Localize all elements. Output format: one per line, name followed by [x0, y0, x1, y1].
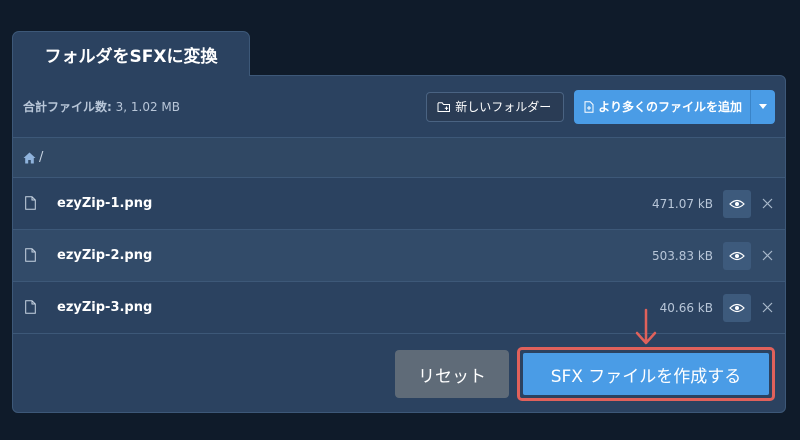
remove-file-button[interactable]	[757, 242, 777, 270]
add-files-dropdown-button[interactable]	[751, 89, 775, 124]
breadcrumb: /	[13, 137, 785, 178]
eye-icon	[729, 251, 745, 261]
file-size: 471.07 kB	[652, 196, 713, 211]
file-count-value: 3, 1.02 MB	[111, 100, 181, 114]
eye-icon	[729, 199, 745, 209]
file-panel: 合計ファイル数: 3, 1.02 MB 新しいフォルダー より多くのファイルを追…	[12, 75, 786, 413]
file-size: 40.66 kB	[659, 300, 713, 315]
file-icon	[25, 195, 39, 212]
create-sfx-button[interactable]: SFX ファイルを作成する	[523, 353, 769, 395]
file-icon	[25, 247, 39, 264]
file-name: ezyZip-1.png	[57, 196, 153, 211]
close-icon	[762, 198, 773, 209]
close-icon	[762, 302, 773, 313]
file-row[interactable]: ezyZip-3.png 40.66 kB	[13, 282, 785, 334]
add-files-label: より多くのファイルを追加	[598, 100, 742, 114]
file-list: ezyZip-1.png 471.07 kB ezyZip-2.png 503.…	[13, 178, 785, 334]
file-add-icon	[584, 100, 594, 113]
remove-file-button[interactable]	[757, 294, 777, 322]
folder-add-icon	[437, 101, 451, 113]
new-folder-button[interactable]: 新しいフォルダー	[426, 91, 565, 122]
file-count: 合計ファイル数: 3, 1.02 MB	[23, 98, 180, 115]
remove-file-button[interactable]	[757, 190, 777, 218]
breadcrumb-separator: /	[39, 150, 44, 165]
file-size: 503.83 kB	[652, 248, 713, 263]
close-icon	[762, 250, 773, 261]
toolbar: 合計ファイル数: 3, 1.02 MB 新しいフォルダー より多くのファイルを追…	[13, 76, 785, 137]
create-button-highlight: SFX ファイルを作成する	[517, 347, 775, 401]
home-icon[interactable]	[23, 152, 36, 164]
file-count-label: 合計ファイル数:	[23, 100, 112, 114]
action-footer: リセット SFX ファイルを作成する	[13, 334, 785, 412]
add-files-group: より多くのファイルを追加	[574, 89, 775, 124]
reset-button[interactable]: リセット	[395, 350, 509, 398]
add-files-button[interactable]: より多くのファイルを追加	[574, 89, 751, 124]
file-name: ezyZip-3.png	[57, 300, 153, 315]
file-icon	[25, 299, 39, 316]
new-folder-label: 新しいフォルダー	[455, 100, 552, 114]
preview-button[interactable]	[723, 293, 751, 322]
panel-tab-title: フォルダをSFXに変換	[12, 31, 250, 76]
chevron-down-icon	[759, 104, 767, 109]
arrow-down-icon	[634, 308, 658, 346]
file-name: ezyZip-2.png	[57, 248, 153, 263]
file-row[interactable]: ezyZip-1.png 471.07 kB	[13, 178, 785, 230]
preview-button[interactable]	[723, 189, 751, 218]
tab-title: フォルダをSFXに変換	[44, 46, 218, 67]
eye-icon	[729, 303, 745, 313]
file-row[interactable]: ezyZip-2.png 503.83 kB	[13, 230, 785, 282]
preview-button[interactable]	[723, 241, 751, 270]
